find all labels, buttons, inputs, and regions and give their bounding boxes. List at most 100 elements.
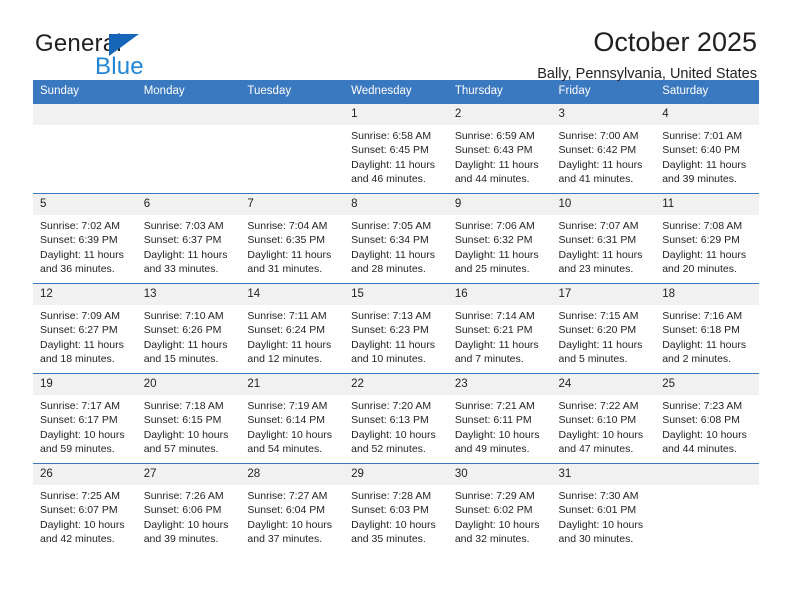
sunrise-text: Sunrise: 6:59 AM — [454, 130, 535, 142]
calendar-cell-day[interactable]: 9 Sunrise: 7:06 AM Sunset: 6:32 PM Daylight… — [447, 193, 552, 284]
day-number: 6 — [136, 194, 241, 215]
general-blue-logo[interactable]: General Blue — [35, 30, 235, 84]
daylight-text: Daylight: 11 hours and 7 minutes. — [454, 338, 539, 366]
calendar-cell-day[interactable]: 11 Sunrise: 7:08 AM Sunset: 6:29 PM Dayligh… — [655, 193, 759, 284]
sunrise-text: Sunrise: 7:19 AM — [247, 400, 328, 412]
day-details: Sunrise: 6:59 AM Sunset: 6:43 PM Daylight:… — [448, 125, 552, 187]
sunrise-text: Sunrise: 7:06 AM — [454, 220, 535, 232]
calendar-cell-day[interactable]: 25 Sunrise: 7:23 AM Sunset: 6:08 PM Dayligh… — [655, 373, 759, 464]
daylight-text: Daylight: 10 hours and 49 minutes. — [454, 428, 540, 456]
sunrise-text: Sunrise: 7:03 AM — [143, 220, 224, 232]
day-number: 25 — [655, 374, 759, 395]
daylight-text: Daylight: 11 hours and 20 minutes. — [662, 248, 747, 276]
calendar-cell-day[interactable]: 30 Sunrise: 7:29 AM Sunset: 6:02 PM Dayligh… — [447, 463, 552, 553]
calendar-week-row: 12 Sunrise: 7:09 AM Sunset: 6:27 PM Dayligh… — [33, 283, 759, 374]
calendar-cell-day[interactable]: 5 Sunrise: 7:02 AM Sunset: 6:39 PM Daylight… — [33, 193, 137, 284]
calendar-cell-day[interactable]: 6 Sunrise: 7:03 AM Sunset: 6:37 PM Daylight… — [136, 193, 241, 284]
calendar-cell-day[interactable]: 24 Sunrise: 7:22 AM Sunset: 6:10 PM Dayligh… — [551, 373, 656, 464]
day-details: Sunrise: 6:58 AM Sunset: 6:45 PM Daylight:… — [344, 125, 448, 187]
day-number: 4 — [655, 104, 759, 125]
sunset-text: Sunset: 6:37 PM — [143, 234, 222, 247]
calendar-cell-day[interactable]: 31 Sunrise: 7:30 AM Sunset: 6:01 PM Dayligh… — [551, 463, 656, 553]
sunrise-text: Sunrise: 7:04 AM — [247, 220, 328, 232]
day-details: Sunrise: 7:13 AM Sunset: 6:23 PM Daylight:… — [344, 305, 448, 367]
day-details: Sunrise: 7:08 AM Sunset: 6:29 PM Daylight:… — [655, 215, 759, 277]
calendar-cell-day[interactable]: 2 Sunrise: 6:59 AM Sunset: 6:43 PM Daylight… — [447, 104, 552, 194]
sunset-text: Sunset: 6:34 PM — [351, 234, 429, 247]
weekday-header-friday: Friday — [551, 80, 656, 104]
weekday-header-thursday: Thursday — [447, 80, 552, 104]
calendar-cell-day[interactable]: 19 Sunrise: 7:17 AM Sunset: 6:17 PM Dayligh… — [33, 373, 137, 464]
sunrise-text: Sunrise: 7:09 AM — [40, 310, 120, 322]
day-details: Sunrise: 7:02 AM Sunset: 6:39 PM Daylight:… — [33, 215, 137, 277]
calendar-cell-day[interactable]: 3 Sunrise: 7:00 AM Sunset: 6:42 PM Daylight… — [551, 104, 656, 194]
sunset-text: Sunset: 6:02 PM — [454, 504, 533, 517]
calendar-cell-day[interactable]: 27 Sunrise: 7:26 AM Sunset: 6:06 PM Dayligh… — [136, 463, 241, 553]
day-number: 12 — [33, 284, 137, 305]
day-number: 22 — [344, 374, 448, 395]
day-details: Sunrise: 7:00 AM Sunset: 6:42 PM Daylight:… — [552, 125, 656, 187]
sunset-text: Sunset: 6:21 PM — [454, 324, 533, 337]
calendar-cell-day[interactable]: 29 Sunrise: 7:28 AM Sunset: 6:03 PM Dayligh… — [344, 463, 448, 553]
calendar-cell-day[interactable]: 23 Sunrise: 7:21 AM Sunset: 6:11 PM Dayligh… — [447, 373, 552, 464]
daylight-text: Daylight: 10 hours and 30 minutes. — [558, 518, 644, 546]
day-number: 17 — [551, 284, 656, 305]
calendar-cell-day[interactable]: 18 Sunrise: 7:16 AM Sunset: 6:18 PM Dayligh… — [655, 283, 759, 374]
sunrise-text: Sunrise: 7:07 AM — [558, 220, 639, 232]
sunset-text: Sunset: 6:18 PM — [662, 324, 740, 337]
calendar-cell-day[interactable]: 1 Sunrise: 6:58 AM Sunset: 6:45 PM Daylight… — [344, 104, 448, 194]
day-number: 9 — [447, 194, 552, 215]
calendar-cell-day[interactable]: 16 Sunrise: 7:14 AM Sunset: 6:21 PM Dayligh… — [447, 283, 552, 374]
day-number — [240, 104, 345, 125]
daylight-text: Daylight: 11 hours and 33 minutes. — [143, 248, 228, 276]
day-number: 29 — [344, 464, 448, 485]
sunset-text: Sunset: 6:01 PM — [558, 504, 637, 517]
day-details: Sunrise: 7:04 AM Sunset: 6:35 PM Daylight:… — [240, 215, 344, 277]
daylight-text: Daylight: 11 hours and 36 minutes. — [40, 248, 124, 276]
day-details: Sunrise: 7:29 AM Sunset: 6:02 PM Daylight:… — [448, 485, 552, 547]
logo-text-blue: Blue — [95, 53, 144, 80]
calendar-cell-day[interactable]: 20 Sunrise: 7:18 AM Sunset: 6:15 PM Dayligh… — [136, 373, 241, 464]
sunrise-text: Sunrise: 7:01 AM — [662, 130, 743, 142]
sunrise-text: Sunrise: 7:21 AM — [454, 400, 535, 412]
day-number: 16 — [447, 284, 552, 305]
calendar-cell-day[interactable]: 10 Sunrise: 7:07 AM Sunset: 6:31 PM Dayligh… — [551, 193, 656, 284]
calendar-cell-day[interactable]: 7 Sunrise: 7:04 AM Sunset: 6:35 PM Daylight… — [240, 193, 345, 284]
calendar-cell-day[interactable]: 12 Sunrise: 7:09 AM Sunset: 6:27 PM Dayligh… — [33, 283, 137, 374]
calendar-cell-day[interactable]: 13 Sunrise: 7:10 AM Sunset: 6:26 PM Dayligh… — [136, 283, 241, 374]
sunset-text: Sunset: 6:13 PM — [351, 414, 429, 427]
sunset-text: Sunset: 6:11 PM — [454, 414, 532, 427]
daylight-text: Daylight: 10 hours and 37 minutes. — [247, 518, 333, 546]
calendar-cell-day[interactable]: 17 Sunrise: 7:15 AM Sunset: 6:20 PM Dayligh… — [551, 283, 656, 374]
calendar-cell-day[interactable]: 8 Sunrise: 7:05 AM Sunset: 6:34 PM Daylight… — [344, 193, 448, 284]
daylight-text: Daylight: 11 hours and 15 minutes. — [143, 338, 228, 366]
calendar-cell-day[interactable]: 21 Sunrise: 7:19 AM Sunset: 6:14 PM Dayligh… — [240, 373, 345, 464]
calendar-cell-day[interactable]: 22 Sunrise: 7:20 AM Sunset: 6:13 PM Dayligh… — [344, 373, 448, 464]
sunset-text: Sunset: 6:14 PM — [247, 414, 326, 427]
sunrise-text: Sunrise: 7:08 AM — [662, 220, 743, 232]
day-number: 21 — [240, 374, 345, 395]
sunset-text: Sunset: 6:26 PM — [143, 324, 222, 337]
sunrise-text: Sunrise: 7:02 AM — [40, 220, 120, 232]
day-number: 7 — [240, 194, 345, 215]
calendar-cell-day[interactable]: 28 Sunrise: 7:27 AM Sunset: 6:04 PM Dayligh… — [240, 463, 345, 553]
page-subtitle: Bally, Pennsylvania, United States — [537, 66, 757, 82]
calendar-cell-day[interactable]: 26 Sunrise: 7:25 AM Sunset: 6:07 PM Dayligh… — [33, 463, 137, 553]
day-details: Sunrise: 7:23 AM Sunset: 6:08 PM Daylight:… — [655, 395, 759, 457]
day-number: 19 — [33, 374, 137, 395]
calendar-cell-day[interactable]: 14 Sunrise: 7:11 AM Sunset: 6:24 PM Dayligh… — [240, 283, 345, 374]
sunset-text: Sunset: 6:10 PM — [558, 414, 637, 427]
sunset-text: Sunset: 6:31 PM — [558, 234, 637, 247]
calendar-week-row: 1 Sunrise: 6:58 AM Sunset: 6:45 PM Daylight… — [33, 104, 759, 194]
daylight-text: Daylight: 10 hours and 52 minutes. — [351, 428, 436, 456]
day-details: Sunrise: 7:19 AM Sunset: 6:14 PM Daylight:… — [240, 395, 344, 457]
calendar-cell-day[interactable]: 4 Sunrise: 7:01 AM Sunset: 6:40 PM Daylight… — [655, 104, 759, 194]
day-number: 15 — [344, 284, 448, 305]
day-details: Sunrise: 7:06 AM Sunset: 6:32 PM Daylight:… — [448, 215, 552, 277]
sunrise-text: Sunrise: 7:20 AM — [351, 400, 432, 412]
daylight-text: Daylight: 11 hours and 39 minutes. — [662, 158, 747, 186]
day-number: 2 — [447, 104, 552, 125]
calendar-cell-day[interactable]: 15 Sunrise: 7:13 AM Sunset: 6:23 PM Dayligh… — [344, 283, 448, 374]
sunrise-text: Sunrise: 7:30 AM — [558, 490, 639, 502]
day-number: 13 — [136, 284, 241, 305]
